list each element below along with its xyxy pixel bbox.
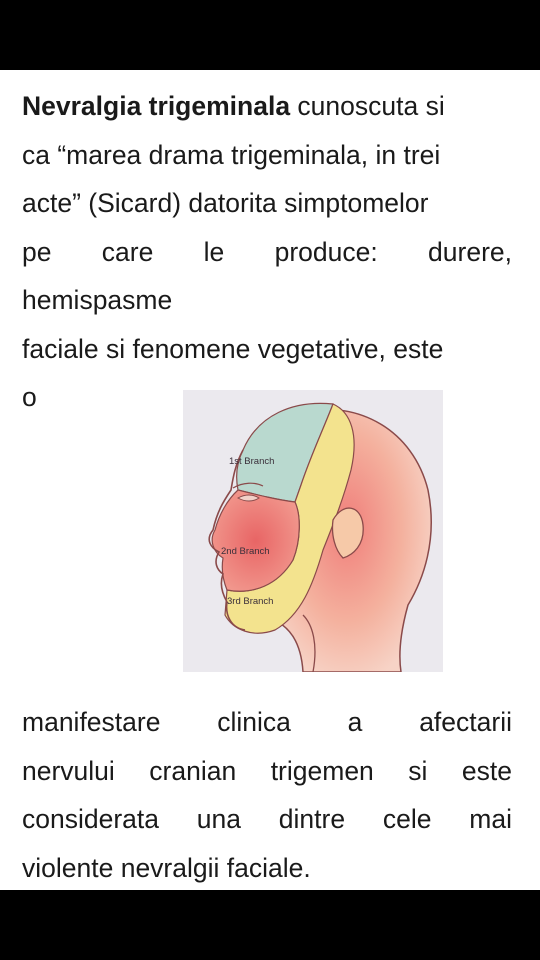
text-line-9: nervului cranian trigemen si este [22,755,512,786]
eye-shape [236,494,260,502]
top-black-bar [0,0,540,70]
label-3rd-branch: 3rd Branch [227,596,273,607]
text-line-2: ca “marea drama trigeminala, in trei [22,139,441,170]
article-page: Nevralgia trigeminala cunoscuta si ca “m… [0,70,540,890]
text-line-10: considerata una dintre cele mai [22,804,512,834]
paragraph-continuation: manifestare clinica a afectarii nervului… [22,698,512,892]
text-line-4: pe care le produce: durere, [22,236,512,267]
text-line-6: faciale si fenomene vegetative, este [22,333,444,364]
paragraph-intro: Nevralgia trigeminala cunoscuta si ca “m… [22,82,512,422]
bottom-black-bar [0,890,540,960]
head-diagram-svg: 1st Branch 2nd Branch 3rd Branch [208,402,432,672]
line1-rest: cunoscuta si [290,91,445,121]
trigeminal-nerve-illustration: 1st Branch 2nd Branch 3rd Branch [183,390,443,672]
label-2nd-branch: 2nd Branch [221,546,270,557]
text-line-5: hemispasme [22,285,173,315]
bold-lead: Nevralgia trigeminala [22,91,291,121]
text-line-3: acte” (Sicard) datorita simptomelor [22,188,429,218]
text-line-11: violente nevralgii faciale. [22,852,311,883]
text-line-1: Nevralgia trigeminala cunoscuta si [22,82,512,131]
text-line-8: manifestare clinica a afectarii [22,707,512,737]
label-1st-branch: 1st Branch [229,456,274,467]
